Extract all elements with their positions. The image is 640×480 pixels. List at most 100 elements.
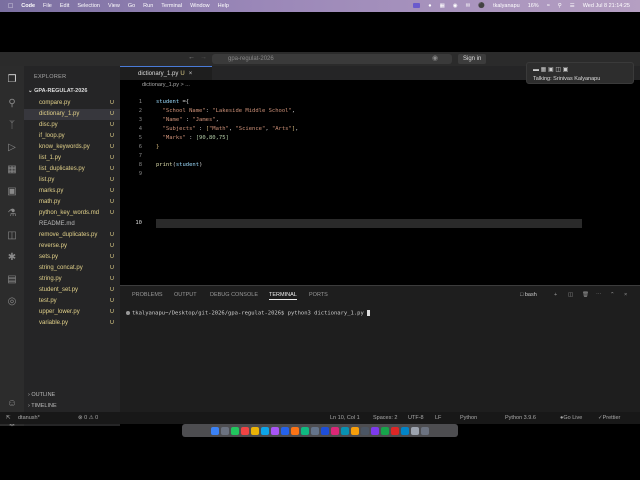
testing-icon[interactable]: ⚗ [6, 208, 18, 220]
tab-output[interactable]: OUTPUT [174, 292, 197, 298]
database-icon[interactable]: ▤ [6, 274, 18, 286]
terminal-shell[interactable]: □ bash [520, 292, 537, 298]
file-item[interactable]: if_loop.py U [24, 131, 120, 142]
calendar-icon[interactable] [391, 426, 399, 435]
run-debug-icon[interactable]: ▷ [6, 142, 18, 154]
tab-status: U [180, 71, 185, 77]
language-mode[interactable]: Python [460, 412, 477, 424]
terminal-prompt: tkalyanapu~/Desktop/git-2026/gpa-regulat… [132, 310, 285, 317]
file-item[interactable]: upper_lower.py U [24, 307, 120, 318]
photos-icon[interactable] [291, 426, 299, 435]
call-controls[interactable]: ▬ ▦ ▣ ◫ ▣ [533, 66, 568, 73]
appstore-icon[interactable] [401, 426, 409, 435]
file-item[interactable]: python_key_words.md U [24, 208, 120, 219]
project-name: GPA-REGULAT-2026 [34, 88, 88, 94]
go-live-button[interactable]: ● Go Live [560, 412, 582, 424]
current-line-highlight [156, 219, 582, 228]
whatsapp-icon[interactable] [381, 426, 389, 435]
safari-icon[interactable] [261, 426, 269, 435]
python-icon[interactable]: ✱ [6, 252, 18, 264]
bottom-panel: PROBLEMS OUTPUT DEBUG CONSOLE TERMINAL P… [120, 285, 640, 412]
add-terminal-icon[interactable]: + [554, 292, 557, 298]
file-list: compare.py U dictionary_1.py U disc.py U if… [24, 98, 120, 329]
terminal-output[interactable]: tkalyanapu~/Desktop/git-2026/gpa-regulat… [126, 310, 371, 317]
file-item[interactable]: math.py U [24, 197, 120, 208]
music-icon[interactable] [331, 426, 339, 435]
vscode-icon[interactable] [321, 426, 329, 435]
file-item[interactable]: string_concat.py U [24, 263, 120, 274]
notes-icon[interactable] [351, 426, 359, 435]
extensions-icon[interactable]: ▦ [6, 164, 18, 176]
cursor-position[interactable]: Ln 10, Col 1 [330, 412, 360, 424]
breadcrumb[interactable]: dictionary_1.py > ... [120, 80, 190, 90]
teams-icon[interactable] [271, 426, 279, 435]
file-item[interactable]: variable.py U [24, 318, 120, 329]
outline-section[interactable]: › OUTLINE [28, 392, 55, 398]
tab-ports[interactable]: PORTS [309, 292, 328, 298]
call-notification-text: Talking: Srinivas Kalyanapu [533, 76, 601, 82]
file-item[interactable]: list.py U [24, 175, 120, 186]
more-actions-icon[interactable]: ⋯ [596, 292, 602, 298]
python-interpreter[interactable]: Python 3.9.6 [505, 412, 536, 424]
file-item[interactable]: student_set.py U [24, 285, 120, 296]
close-panel-icon[interactable]: × [624, 292, 627, 298]
launchpad-icon[interactable] [221, 426, 229, 435]
tab-terminal[interactable]: TERMINAL [269, 292, 297, 300]
mail-icon[interactable] [341, 426, 349, 435]
prettier-button[interactable]: ✓ Prettier [598, 412, 620, 424]
split-terminal-icon[interactable]: ◫ [568, 292, 573, 298]
finder-icon[interactable] [211, 426, 219, 435]
maximize-panel-icon[interactable]: ⌃ [610, 292, 615, 298]
docker-icon[interactable]: ◫ [6, 230, 18, 242]
project-folder[interactable]: ⌄ GPA-REGULAT-2026 [28, 88, 87, 94]
tab-debug-console[interactable]: DEBUG CONSOLE [210, 292, 258, 298]
file-item[interactable]: compare.py U [24, 98, 120, 109]
gmail-icon[interactable] [241, 426, 249, 435]
trash-icon[interactable]: 🗑 [582, 292, 589, 298]
messages-icon[interactable] [231, 426, 239, 435]
downloads-icon[interactable] [411, 426, 419, 435]
file-item[interactable]: disc.py U [24, 120, 120, 131]
tab-dictionary[interactable]: dictionary_1.py U × [120, 66, 212, 80]
indentation[interactable]: Spaces: 2 [373, 412, 397, 424]
terminal-app-icon[interactable] [361, 426, 369, 435]
explorer-sidebar: EXPLORER ⌄ GPA-REGULAT-2026 compare.py U … [24, 66, 120, 426]
search-icon[interactable]: ⚲ [6, 98, 18, 110]
file-item[interactable]: remove_duplicates.py U [24, 230, 120, 241]
git-branch[interactable]: dtanush* [18, 412, 40, 424]
file-item[interactable]: string.py U [24, 274, 120, 285]
file-item-selected[interactable]: dictionary_1.py U [24, 109, 120, 120]
zoom-icon[interactable] [281, 426, 289, 435]
tab-problems[interactable]: PROBLEMS [132, 292, 163, 298]
problems-count[interactable]: ⊗ 0 ⚠ 0 [78, 412, 98, 424]
facetime-icon[interactable] [301, 426, 309, 435]
encoding[interactable]: UTF-8 [408, 412, 424, 424]
settings-icon[interactable] [311, 426, 319, 435]
copilot-chat-icon[interactable]: ◎ [6, 296, 18, 308]
remote-icon[interactable]: ⇱ [6, 412, 11, 424]
file-item[interactable]: know_keywords.py U [24, 142, 120, 153]
status-bar: ⇱ dtanush* ⊗ 0 ⚠ 0 Ln 10, Col 1 Spaces: … [0, 412, 640, 424]
macos-dock [182, 424, 458, 437]
trash-icon[interactable] [421, 426, 429, 435]
close-icon[interactable]: × [189, 71, 193, 77]
file-item[interactable]: sets.py U [24, 252, 120, 263]
code-editor[interactable]: 1 student ={ 2 "School Name": "Lakeside M… [120, 90, 640, 290]
slack-icon[interactable] [371, 426, 379, 435]
call-notification[interactable]: ▬ ▦ ▣ ◫ ▣ Talking: Srinivas Kalyanapu [526, 62, 634, 84]
file-item[interactable]: README.md [24, 219, 120, 230]
source-control-icon[interactable]: ᛉ [6, 120, 18, 132]
explorer-icon[interactable]: ❐ [6, 74, 18, 86]
explorer-header: EXPLORER [34, 74, 67, 80]
file-item[interactable]: list_1.py U [24, 153, 120, 164]
line-ending[interactable]: LF [435, 412, 441, 424]
file-item[interactable]: reverse.py U [24, 241, 120, 252]
chrome-icon[interactable] [251, 426, 259, 435]
remote-explorer-icon[interactable]: ▣ [6, 186, 18, 198]
file-item[interactable]: list_duplicates.py U [24, 164, 120, 175]
vscode-body: ❐ ⚲ ᛉ ▷ ▦ ▣ ⚗ ◫ ✱ ▤ ◎ ☺ ⚙ EXPLORER ⌄ GPA… [0, 40, 640, 438]
timeline-section[interactable]: › TIMELINE [28, 403, 57, 409]
file-item[interactable]: marks.py U [24, 186, 120, 197]
account-icon[interactable]: ☺ [6, 398, 18, 410]
file-item[interactable]: test.py U [24, 296, 120, 307]
